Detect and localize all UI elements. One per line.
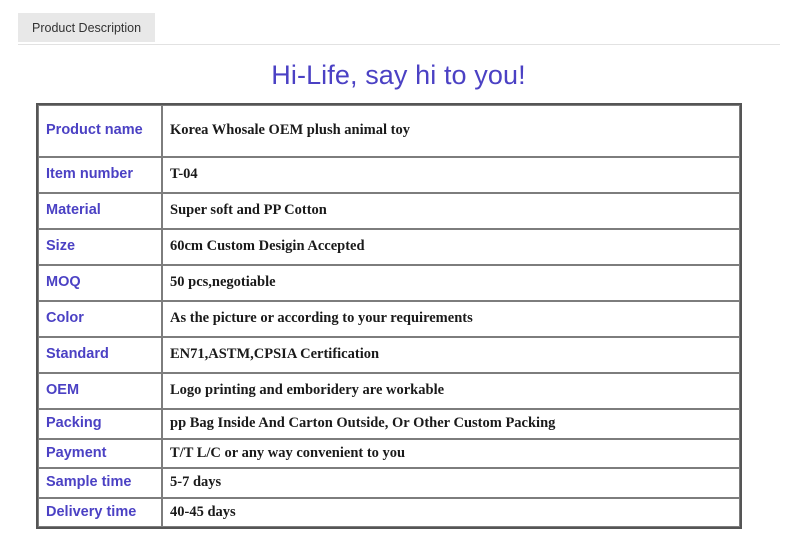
table-row: MOQ50 pcs,negotiable <box>38 265 740 301</box>
table-row: StandardEN71,ASTM,CPSIA Certification <box>38 337 740 373</box>
tab-product-description[interactable]: Product Description <box>18 13 155 42</box>
table-row: OEMLogo printing and emboridery are work… <box>38 373 740 409</box>
spec-label-cell: MOQ <box>38 265 162 301</box>
page-title: Hi-Life, say hi to you! <box>0 60 797 91</box>
spec-value-cell: T-04 <box>162 157 740 193</box>
spec-label-cell: Payment <box>38 439 162 469</box>
tab-strip: Product Description <box>0 0 797 46</box>
table-row: MaterialSuper soft and PP Cotton <box>38 193 740 229</box>
spec-value-cell: Super soft and PP Cotton <box>162 193 740 229</box>
spec-label-cell: Size <box>38 229 162 265</box>
spec-value-cell: As the picture or according to your requ… <box>162 301 740 337</box>
spec-label-cell: Delivery time <box>38 498 162 528</box>
spec-label-cell: Standard <box>38 337 162 373</box>
table-row: PaymentT/T L/C or any way convenient to … <box>38 439 740 469</box>
spec-label-cell: Packing <box>38 409 162 439</box>
product-spec-table: Product nameKorea Whosale OEM plush anim… <box>36 103 742 529</box>
spec-label-cell: Item number <box>38 157 162 193</box>
product-spec-table-body: Product nameKorea Whosale OEM plush anim… <box>38 105 740 527</box>
product-spec-table-container: Product nameKorea Whosale OEM plush anim… <box>36 103 742 529</box>
table-row: Item numberT-04 <box>38 157 740 193</box>
spec-value-cell: pp Bag Inside And Carton Outside, Or Oth… <box>162 409 740 439</box>
spec-value-cell: 50 pcs,negotiable <box>162 265 740 301</box>
spec-value-cell: 5-7 days <box>162 468 740 498</box>
spec-value-cell: 60cm Custom Desigin Accepted <box>162 229 740 265</box>
spec-label-cell: Color <box>38 301 162 337</box>
spec-value-cell: T/T L/C or any way convenient to you <box>162 439 740 469</box>
spec-label-cell: OEM <box>38 373 162 409</box>
table-row: Sample time5-7 days <box>38 468 740 498</box>
spec-value-cell: Korea Whosale OEM plush animal toy <box>162 105 740 157</box>
table-row: Delivery time40-45 days <box>38 498 740 528</box>
table-row: Size60cm Custom Desigin Accepted <box>38 229 740 265</box>
spec-label-cell: Product name <box>38 105 162 157</box>
spec-label-cell: Material <box>38 193 162 229</box>
table-row: Packingpp Bag Inside And Carton Outside,… <box>38 409 740 439</box>
tab-strip-divider <box>18 44 780 45</box>
spec-label-cell: Sample time <box>38 468 162 498</box>
tab-label: Product Description <box>32 21 141 35</box>
spec-value-cell: EN71,ASTM,CPSIA Certification <box>162 337 740 373</box>
table-row: Product nameKorea Whosale OEM plush anim… <box>38 105 740 157</box>
table-row: ColorAs the picture or according to your… <box>38 301 740 337</box>
spec-value-cell: 40-45 days <box>162 498 740 528</box>
spec-value-cell: Logo printing and emboridery are workabl… <box>162 373 740 409</box>
